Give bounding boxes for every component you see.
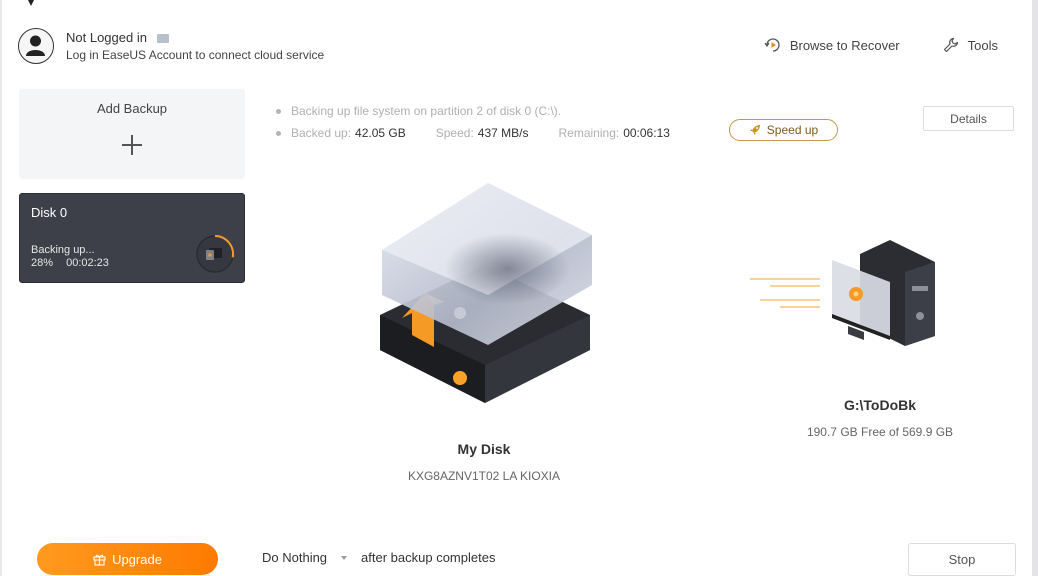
after-backup-selected: Do Nothing <box>262 550 328 565</box>
upgrade-button[interactable]: Upgrade <box>37 543 218 575</box>
speed-up-button[interactable]: Speed up <box>729 119 838 141</box>
details-button[interactable]: Details <box>923 106 1014 131</box>
browse-to-recover-button[interactable]: Browse to Recover <box>764 36 900 54</box>
task-percent: 28% <box>31 257 54 269</box>
tools-button[interactable]: Tools <box>942 36 998 54</box>
bullet <box>276 130 281 136</box>
backup-status: Backing up file system on partition 2 of… <box>276 100 700 144</box>
window-left-border <box>0 0 2 576</box>
remaining-label: Remaining: <box>558 126 620 140</box>
header-icon-remnant <box>818 0 828 2</box>
wrench-icon <box>943 37 958 53</box>
message-icon[interactable] <box>156 33 169 43</box>
add-backup-label: Add Backup <box>96 101 168 116</box>
account-login-link[interactable]: Log in EaseUS Account to connect cloud s… <box>66 47 324 63</box>
recover-icon <box>764 38 780 52</box>
task-status: Backing up... <box>31 244 95 256</box>
add-backup-button[interactable]: Add Backup <box>19 89 245 179</box>
avatar-icon[interactable] <box>18 28 54 64</box>
app-logo-icon <box>28 0 34 6</box>
gift-icon <box>93 554 106 566</box>
rocket-icon <box>749 125 760 135</box>
destination-free-space: 190.7 GB Free of 569.9 GB <box>806 425 954 439</box>
destination-computer-illustration <box>750 240 935 346</box>
account-status: Not Logged in <box>66 30 147 45</box>
plus-icon <box>122 135 142 155</box>
stop-button[interactable]: Stop <box>908 543 1016 576</box>
bullet <box>276 108 281 114</box>
backup-task-card[interactable]: Disk 0 Backing up... 28% 00:02:23 <box>19 193 245 283</box>
tools-label: Tools <box>967 37 998 53</box>
upgrade-label: Upgrade <box>112 551 162 567</box>
remaining-value: 00:06:13 <box>623 126 670 140</box>
top-actions: Browse to Recover Tools <box>764 36 998 54</box>
source-model: KXG8AZNV1T02 LA KIOXIA <box>407 469 561 483</box>
speed-label: Speed: <box>435 126 474 140</box>
after-backup-dropdown[interactable]: Do Nothing after backup completes <box>262 550 495 565</box>
status-message: Backing up file system on partition 2 of… <box>291 104 562 118</box>
source-disk-illustration <box>380 183 592 403</box>
speed-lines <box>750 278 820 308</box>
account-section[interactable]: Not Logged in Log in EaseUS Account to c… <box>18 28 324 64</box>
chevron-down-icon <box>341 555 348 560</box>
backed-up-value: 42.05 GB <box>355 126 406 140</box>
task-name: Disk 0 <box>31 205 68 220</box>
scrollbar-track[interactable] <box>1032 0 1038 576</box>
speed-value: 437 MB/s <box>477 126 529 140</box>
task-elapsed: 00:02:23 <box>66 257 109 269</box>
after-backup-label: after backup completes <box>361 550 496 565</box>
backed-up-label: Backed up: <box>291 126 352 140</box>
source-name: My Disk <box>457 441 511 457</box>
browse-to-recover-label: Browse to Recover <box>789 37 900 53</box>
destination-path: G:\ToDoBk <box>843 397 917 413</box>
progress-ring <box>196 235 234 273</box>
speed-up-label: Speed up <box>766 123 819 137</box>
